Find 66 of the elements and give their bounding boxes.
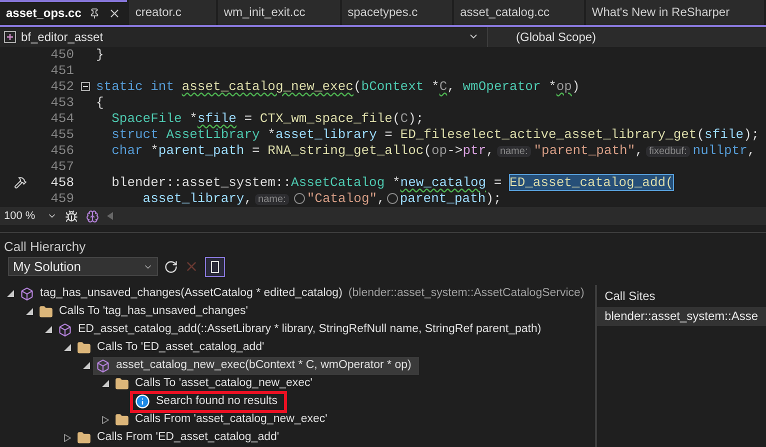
call-site-row[interactable]: blender::asset_system::Asse xyxy=(596,306,766,326)
line-number: 454 xyxy=(50,110,74,128)
panel-title: Call Hierarchy xyxy=(3,238,87,255)
project-icon xyxy=(4,30,16,43)
brain-icon[interactable] xyxy=(86,210,100,223)
tree-item[interactable]: Calls To 'asset_catalog_new_exec' xyxy=(112,374,320,393)
tree-item[interactable]: Calls From 'asset_catalog_new_exec' xyxy=(112,410,336,429)
expanded-toggle[interactable] xyxy=(83,362,90,370)
pin-icon[interactable] xyxy=(89,8,100,19)
editor-tab[interactable]: spacetypes.c xyxy=(342,0,452,25)
tree-item[interactable]: asset_catalog_new_exec(bContext * C, wmOperator * op) xyxy=(93,356,420,375)
line-number: 457 xyxy=(50,158,74,176)
tree-item[interactable]: ED_asset_catalog_add(::AssetLibrary * library, StringRefNull name, StringRef parent_path) xyxy=(55,320,550,339)
tree-item[interactable]: Search found no results xyxy=(132,392,286,411)
collapsed-toggle[interactable] xyxy=(102,416,109,424)
folder-icon xyxy=(115,376,129,391)
line-number: 455 xyxy=(50,126,74,144)
code-line: static int asset_catalog_new_exec(bContext *C, wmOperator *op) xyxy=(96,78,580,95)
code-line: asset_library, name: "Catalog", parent_path); xyxy=(142,190,502,207)
line-number: 452 xyxy=(50,78,74,96)
editor-tab[interactable]: wm_init_exit.cc xyxy=(218,0,340,25)
editor-tab[interactable]: What's New in ReSharper xyxy=(586,0,764,25)
tree-item[interactable]: Calls From 'ED_asset_catalog_add' xyxy=(74,428,288,447)
cube-icon xyxy=(58,322,72,337)
info-icon xyxy=(135,394,150,410)
line-number: 459 xyxy=(50,190,74,208)
folder-icon xyxy=(115,412,129,427)
tree-item[interactable]: Calls To 'ED_asset_catalog_add' xyxy=(74,338,272,357)
scroll-left-icon[interactable] xyxy=(107,212,114,220)
code-line: SpaceFile *sfile = CTX_wm_space_file(C); xyxy=(110,110,424,127)
scope-dropdown[interactable]: My Solution xyxy=(8,257,158,276)
code-line: } xyxy=(96,46,104,63)
code-line: { xyxy=(96,94,104,111)
expanded-toggle[interactable] xyxy=(26,308,33,316)
folder-icon xyxy=(77,430,91,445)
code-line: char *parent_path = RNA_string_get_alloc(op->ptr, name: "parent_path", fixedbuf: nullptr, xyxy=(110,142,756,159)
cube-icon xyxy=(20,286,34,301)
close-icon[interactable] xyxy=(108,6,122,20)
bug-icon[interactable] xyxy=(65,210,78,223)
expanded-toggle[interactable] xyxy=(102,380,109,388)
expanded-toggle[interactable] xyxy=(64,344,71,352)
hammer-icon[interactable] xyxy=(14,176,26,190)
details-pane-toggle[interactable] xyxy=(205,256,225,277)
line-number: 451 xyxy=(50,62,74,80)
line-number: 453 xyxy=(50,94,74,112)
tree-item[interactable]: Calls To 'tag_has_unsaved_changes' xyxy=(36,302,256,321)
project-dropdown[interactable]: bf_editor_asset xyxy=(0,26,488,47)
zoom-dropdown[interactable]: 100 % xyxy=(0,208,58,224)
folder-icon xyxy=(77,340,91,355)
line-number: 458 xyxy=(50,174,74,192)
refresh-icon[interactable] xyxy=(164,260,178,274)
editor-tab[interactable]: asset_catalog.cc xyxy=(454,0,584,25)
expanded-toggle[interactable] xyxy=(7,290,14,298)
folder-icon xyxy=(39,304,53,319)
cube-icon xyxy=(96,358,110,373)
collapse-icon[interactable] xyxy=(80,82,90,92)
editor-tab[interactable]: creator.c xyxy=(129,0,216,25)
expanded-toggle[interactable] xyxy=(45,326,52,334)
scope-dropdown[interactable]: (Global Scope) xyxy=(488,26,766,47)
code-line: blender::asset_system::AssetCatalog *new_catalog = ED_asset_catalog_add( xyxy=(110,174,674,191)
code-line: struct AssetLibrary *asset_library = ED_fileselect_active_asset_library_get(sfile); xyxy=(110,126,760,143)
collapsed-toggle[interactable] xyxy=(64,434,71,442)
tree-item[interactable]: tag_has_unsaved_changes(AssetCatalog * edited_catalog) (blender::asset_system::AssetCatalogService) xyxy=(17,284,592,303)
line-number: 450 xyxy=(50,46,74,64)
line-number: 456 xyxy=(50,142,74,160)
call-sites-header: Call Sites xyxy=(604,288,656,305)
